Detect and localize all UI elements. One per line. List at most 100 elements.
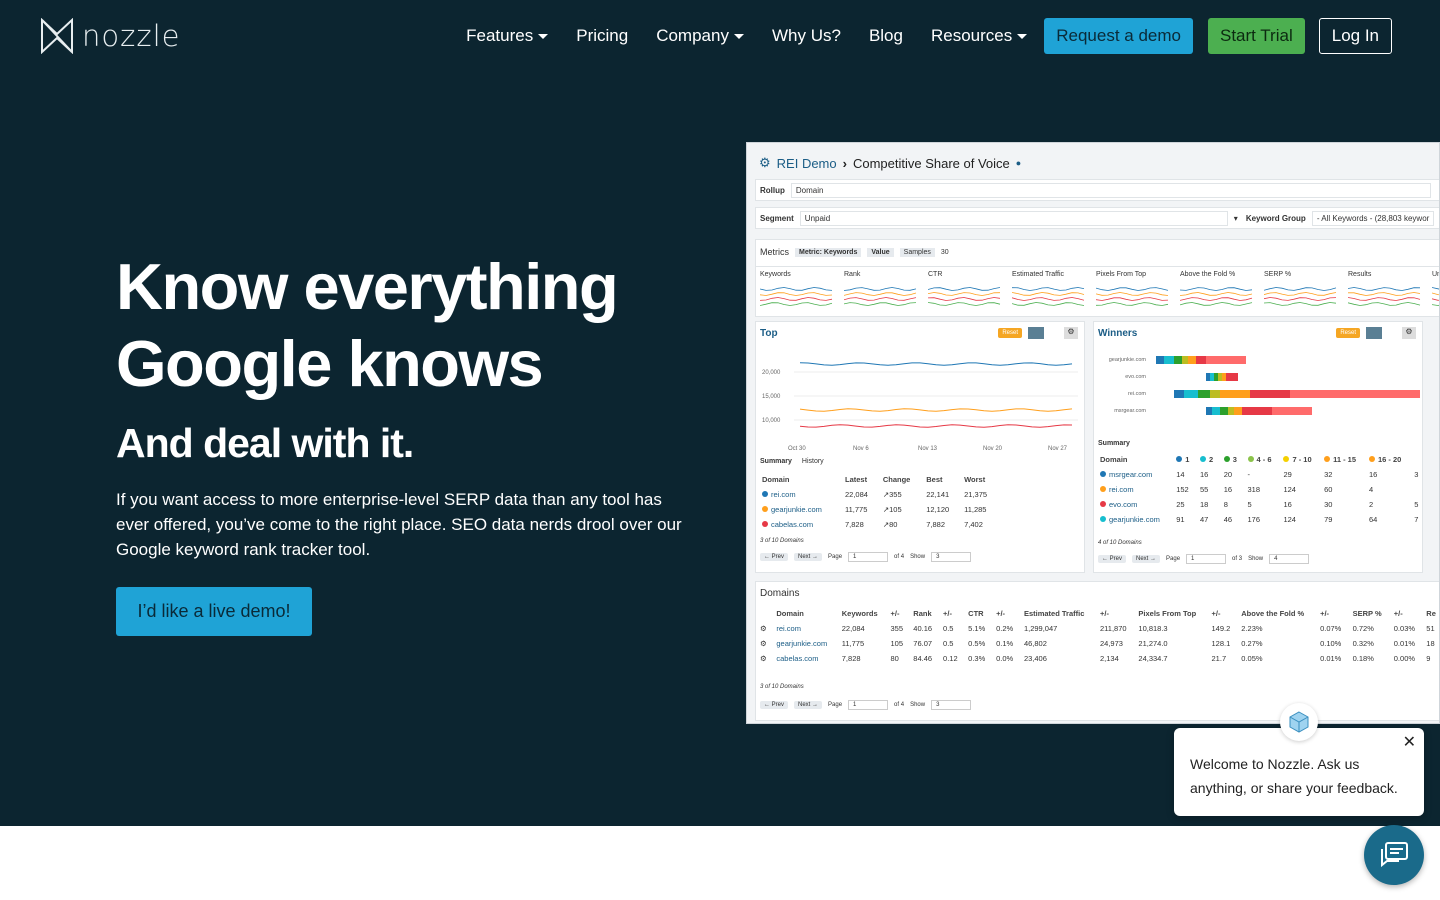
summary-tab[interactable]: Summary [760,458,792,465]
column-header: +/- [1100,609,1109,618]
domain-link[interactable]: rei.com [771,490,796,499]
bar-segment [1228,407,1234,415]
metric-tab[interactable]: CTR [928,271,1006,311]
nav-item-blog[interactable]: Blog [869,26,903,46]
legend-dot [1176,456,1183,462]
samples-chip[interactable]: Samples [899,247,935,257]
bar-segment [1156,356,1164,364]
x-tick-label: Oct 30 [788,446,806,452]
prev-button[interactable]: ← Prev [760,701,789,709]
column-header: CTR [968,609,984,618]
reset-button[interactable]: Reset [998,328,1022,338]
next-button[interactable]: Next → [794,553,823,561]
chat-bubble-icon [1381,842,1408,868]
metric-tab[interactable]: SERP % [1264,271,1342,311]
page-input[interactable]: 1 [1186,554,1227,564]
nav-item-why-us[interactable]: Why Us? [772,26,841,46]
page-input[interactable]: 1 [848,700,889,710]
value-chip[interactable]: Value [867,247,894,257]
bar-segment [1210,373,1214,381]
column-header: +/- [1211,609,1221,618]
column-header: Pixels From Top [1138,609,1197,618]
chat-launcher-button[interactable] [1364,825,1424,885]
legend-dot [1324,456,1331,462]
prev-button[interactable]: ← Prev [760,553,789,561]
domain-link[interactable]: gearjunkie.com [1109,515,1160,524]
domain-link[interactable]: rei.com [1109,485,1134,494]
settings-icon[interactable]: ⚙ [1064,327,1078,339]
nav-item-company[interactable]: Company [656,26,744,46]
table-row: gearjunkie.com 11,775 ↗105 12,120 11,285 [758,502,998,517]
table-row: evo.com 25 18 8 5 16 30 2 5 [1096,497,1424,512]
segment-select: Unpaid [799,210,1228,226]
breadcrumb: ⚙ REI Demo › Competitive Share of Voice … [759,155,1021,171]
metric-tab[interactable]: Keywords [760,271,838,311]
domain-link[interactable]: gearjunkie.com [772,636,837,651]
nav-label: Features [466,25,534,45]
domain-link[interactable]: gearjunkie.com [771,505,822,514]
column-header: 16 - 20 [1365,452,1410,467]
domain-link[interactable]: rei.com [772,621,837,636]
series-line [799,362,1073,366]
metric-tab[interactable]: Pixels From Top [1096,271,1174,311]
domain-link[interactable]: cabelas.com [771,520,813,529]
nav-item-features[interactable]: Features [466,25,549,46]
top-pager: ← Prev Next → Page 1 of 4 Show 3 [760,552,972,562]
gear-icon[interactable]: ⚙ [756,636,772,651]
gear-icon[interactable]: ⚙ [756,621,772,636]
chevron-right-icon: › [842,155,847,171]
gear-icon[interactable]: ⚙ [756,651,772,666]
metric-tab[interactable]: Un [1432,271,1439,311]
metric-tab[interactable]: Rank [844,271,922,311]
request-demo-button[interactable]: Request a demo [1044,17,1193,54]
next-button[interactable]: Next → [794,701,823,709]
prev-button[interactable]: ← Prev [1098,555,1127,563]
main-nav: Features Pricing Company Why Us? Blog Re… [466,17,1392,54]
column-header: Above the Fold % [1241,609,1305,618]
chevron-down-icon: ▾ [1233,213,1238,223]
history-tab[interactable]: History [802,458,824,465]
metrics-label: Metrics [760,247,789,257]
nozzle-logo[interactable]: nozzle [40,18,180,54]
metric-tab[interactable]: Results [1348,271,1426,311]
metric-tab[interactable]: Estimated Traffic [1012,271,1090,311]
bar-category-label: rei.com [1128,391,1146,397]
breadcrumb-root: REI Demo [776,155,837,171]
segment-row: Segment Unpaid ▾ Keyword Group - All Key… [755,207,1439,229]
hero-paragraph: If you want access to more enterprise-le… [116,490,682,559]
live-demo-button[interactable]: I’d like a live demo! [116,587,312,636]
chat-popup[interactable]: ✕ Welcome to Nozzle. Ask us anything, or… [1174,728,1424,816]
nav-item-resources[interactable]: Resources [931,26,1028,46]
winners-pager: ← Prev Next → Page 1 of 3 Show 4 [1098,554,1310,564]
chart-icon[interactable] [1028,327,1044,339]
reset-button[interactable]: Reset [1336,328,1360,338]
show-input[interactable]: 3 [931,552,972,562]
metric-tab[interactable]: Above the Fold % [1180,271,1258,311]
sparkline [1432,287,1439,306]
column-header: Change [882,475,911,484]
settings-icon[interactable]: ⚙ [1402,327,1416,339]
next-button[interactable]: Next → [1132,555,1161,563]
column-header: Domain [1100,455,1128,464]
nav-item-pricing[interactable]: Pricing [576,26,628,46]
show-input[interactable]: 3 [931,700,972,710]
chart-icon[interactable] [1366,327,1382,339]
page-total: of 4 [894,702,905,708]
bar-segment [1220,390,1250,398]
table-row: rei.com 22,084 ↗355 22,141 21,375 [758,487,998,502]
start-trial-button[interactable]: Start Trial [1207,17,1305,54]
metric-chip[interactable]: Metric: Keywords [795,247,862,257]
show-input[interactable]: 4 [1269,554,1310,564]
log-in-button[interactable]: Log In [1318,17,1392,54]
rollup-row: Rollup Domain [755,179,1439,201]
bar-segment [1212,407,1220,415]
domain-link[interactable]: msrgear.com [1109,470,1152,479]
table-row: rei.com 152 55 16 318 124 60 4 [1096,482,1424,497]
page-input[interactable]: 1 [848,552,889,562]
close-icon[interactable]: ✕ [1403,732,1416,752]
domain-link[interactable]: cabelas.com [772,651,837,666]
winners-count: 4 of 10 Domains [1098,540,1142,546]
domain-link[interactable]: evo.com [1109,500,1137,509]
column-header: 3 [1220,452,1244,467]
series-dot [1100,501,1106,507]
